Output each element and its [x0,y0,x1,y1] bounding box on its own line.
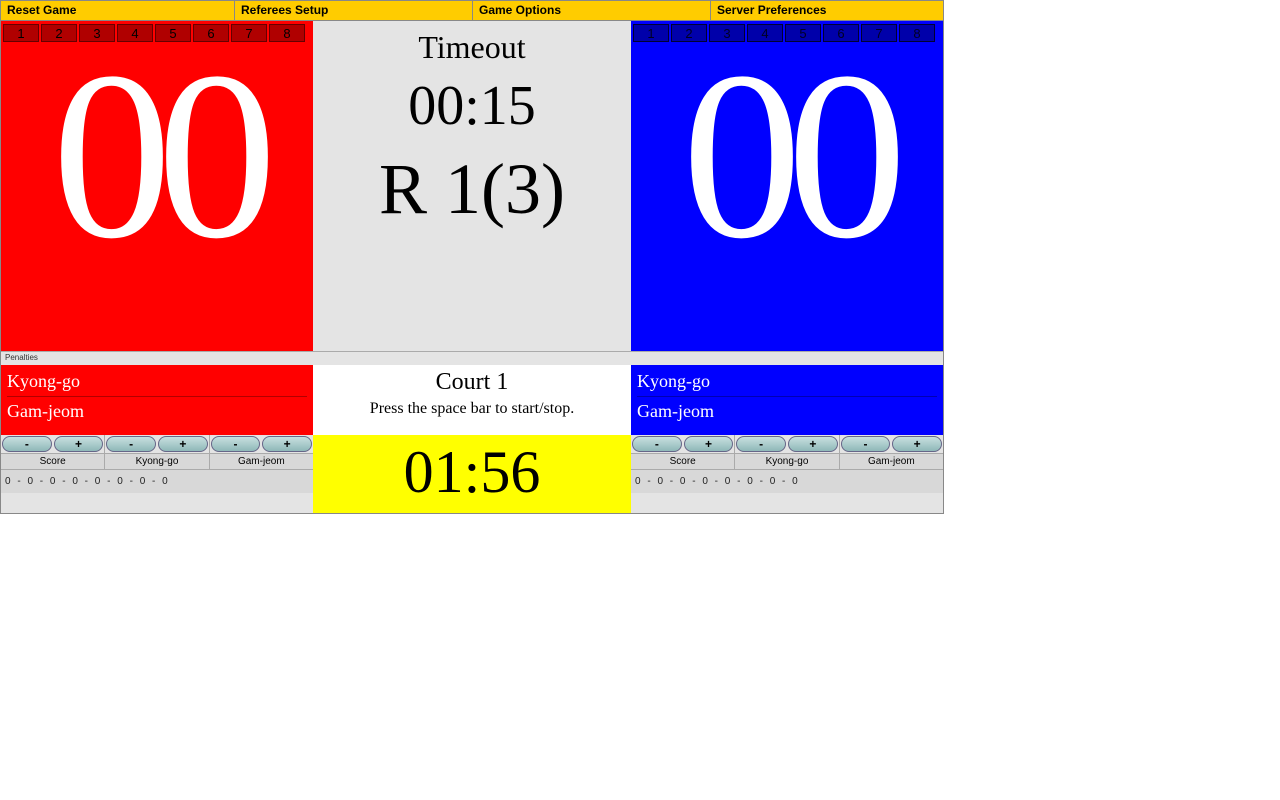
menu-reset-game[interactable]: Reset Game [1,1,235,20]
red-chip-8[interactable]: 8 [269,24,305,42]
menubar: Reset Game Referees Setup Game Options S… [1,1,943,21]
red-penalties: Kyong-go Gam-jeom [1,365,313,435]
blue-penalties: Kyong-go Gam-jeom [631,365,943,435]
blue-score-label: Score [631,453,734,469]
blue-panel: 1 2 3 4 5 6 7 8 00 [631,21,943,351]
menu-referees-setup[interactable]: Referees Setup [235,1,473,20]
main-timer[interactable]: 01:56 [313,435,631,513]
blue-stats: 0 - 0 - 0 - 0 - 0 - 0 - 0 - 0 [631,469,943,493]
red-gam-jeom-label: Gam-jeom [7,401,307,422]
red-chip-1[interactable]: 1 [3,24,39,42]
blue-score-plus[interactable]: + [684,436,734,452]
main-scoreboard: 1 2 3 4 5 6 7 8 00 Timeout 00:15 R 1(3) … [1,21,943,351]
red-score-minus[interactable]: - [2,436,52,452]
center-info: Court 1 Press the space bar to start/sto… [313,365,631,435]
timeout-label: Timeout [313,29,631,66]
red-controls: - + Score - + Kyong-go - + [1,435,313,513]
blue-gam-minus[interactable]: - [841,436,891,452]
scoreboard-app: Reset Game Referees Setup Game Options S… [0,0,944,514]
red-gam-plus[interactable]: + [262,436,312,452]
penalties-row: Kyong-go Gam-jeom Court 1 Press the spac… [1,365,943,435]
blue-gam-jeom-label: Gam-jeom [637,401,937,422]
red-kyong-label: Kyong-go [105,453,208,469]
controls-row: - + Score - + Kyong-go - + [1,435,943,513]
court-label: Court 1 [313,369,631,396]
red-score-plus[interactable]: + [54,436,104,452]
blue-chip-8[interactable]: 8 [899,24,935,42]
blue-score: 00 [631,35,943,275]
red-stats: 0 - 0 - 0 - 0 - 0 - 0 - 0 - 0 [1,469,313,493]
menu-game-options[interactable]: Game Options [473,1,711,20]
red-gam-minus[interactable]: - [211,436,261,452]
blue-kyong-go-label: Kyong-go [637,371,937,397]
blue-chip-1[interactable]: 1 [633,24,669,42]
center-panel: Timeout 00:15 R 1(3) [313,21,631,351]
penalties-label: Penalties [1,351,943,365]
blue-controls: - + Score - + Kyong-go - + [631,435,943,513]
red-panel: 1 2 3 4 5 6 7 8 00 [1,21,313,351]
red-score: 00 [1,35,313,275]
red-gam-label: Gam-jeom [210,453,313,469]
menu-server-preferences[interactable]: Server Preferences [711,1,943,20]
blue-kyong-plus[interactable]: + [788,436,838,452]
red-kyong-go-label: Kyong-go [7,371,307,397]
red-kyong-plus[interactable]: + [158,436,208,452]
hint-text: Press the space bar to start/stop. [313,400,631,418]
blue-kyong-label: Kyong-go [735,453,838,469]
blue-gam-label: Gam-jeom [840,453,943,469]
blue-kyong-minus[interactable]: - [736,436,786,452]
blue-score-minus[interactable]: - [632,436,682,452]
round-indicator: R 1(3) [313,148,631,231]
red-score-label: Score [1,453,104,469]
red-kyong-minus[interactable]: - [106,436,156,452]
blue-gam-plus[interactable]: + [892,436,942,452]
timeout-timer: 00:15 [313,74,631,138]
